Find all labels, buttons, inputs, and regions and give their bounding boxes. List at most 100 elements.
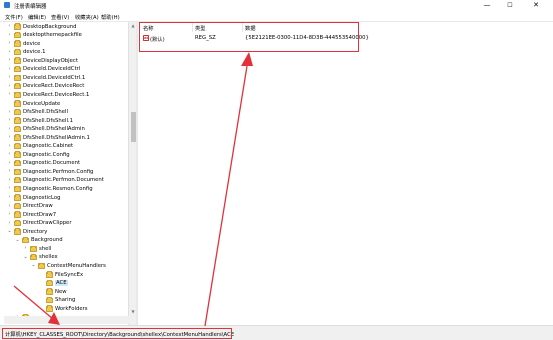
minimize-button[interactable]: — bbox=[476, 0, 498, 11]
tree-item[interactable]: ⌄ Directory bbox=[4, 228, 128, 237]
expand-chevron-icon[interactable]: › bbox=[7, 118, 12, 123]
tree-horizontal-scrollbar[interactable] bbox=[4, 316, 136, 324]
expand-chevron-icon[interactable]: › bbox=[7, 144, 12, 149]
expand-chevron-icon[interactable]: › bbox=[7, 92, 12, 97]
folder-icon bbox=[14, 74, 21, 81]
expand-chevron-icon[interactable]: › bbox=[7, 33, 12, 38]
menu-edit[interactable]: 编辑(E) bbox=[28, 13, 46, 21]
folder-icon bbox=[14, 108, 21, 116]
tree-item-label: desktopthemepackfile bbox=[23, 32, 82, 39]
tree-item[interactable]: › DfsShell.DfsShellAdmin bbox=[4, 125, 128, 135]
tree-item[interactable]: › device bbox=[4, 40, 128, 49]
expand-chevron-icon[interactable]: › bbox=[7, 110, 12, 115]
tree-vertical-scrollbar[interactable]: ▲ ▼ bbox=[128, 22, 136, 325]
expand-chevron-icon[interactable]: › bbox=[7, 75, 12, 80]
tree-item[interactable]: New bbox=[4, 288, 128, 297]
tree-item[interactable]: › DirectDraw7 bbox=[4, 211, 128, 220]
tree-item[interactable]: › DeviceRect.DeviceRect bbox=[4, 83, 128, 92]
tree-item-label: DeviceId.DeviceIdCtrl.1 bbox=[23, 74, 86, 81]
tree-item[interactable]: › Diagnostic.Cabinet bbox=[4, 142, 128, 152]
expand-chevron-icon[interactable]: › bbox=[7, 186, 12, 191]
tree-item-label: ACE bbox=[55, 280, 68, 287]
expand-chevron-icon[interactable]: › bbox=[7, 178, 12, 183]
tree-item[interactable]: › DeviceId.DeviceIdCtrl.1 bbox=[4, 74, 128, 83]
tree-item[interactable]: › DeviceId.DeviceIdCtrl bbox=[4, 66, 128, 75]
title-bar: 注册表编辑器 — ☐ ✕ bbox=[0, 0, 553, 11]
folder-icon bbox=[46, 296, 53, 304]
tree-item[interactable]: › DfsShell.DfsShellAdmin.1 bbox=[4, 134, 128, 143]
tree-item[interactable]: › DiagnosticLog bbox=[4, 194, 128, 203]
tree-item-label: Diagnostic.Document bbox=[23, 160, 81, 167]
scroll-thumb[interactable] bbox=[130, 112, 136, 142]
expand-chevron-icon[interactable]: › bbox=[7, 161, 12, 166]
collapse-chevron-icon[interactable]: ⌄ bbox=[15, 238, 20, 243]
tree-item[interactable]: WorkFolders bbox=[4, 305, 128, 314]
tree-item[interactable]: › DirectDrawClipper bbox=[4, 219, 128, 229]
expand-chevron-icon[interactable]: › bbox=[7, 221, 12, 226]
tree-item-label: Diagnostic.Config bbox=[23, 151, 70, 158]
tree-item[interactable]: › Diagnostic.Perfmon.Document bbox=[4, 177, 128, 186]
tree-item[interactable]: FileSyncEx bbox=[4, 271, 128, 280]
folder-icon bbox=[30, 254, 37, 261]
menu-help[interactable]: 帮助(H) bbox=[101, 13, 120, 21]
folder-icon bbox=[14, 202, 21, 210]
tree-item[interactable]: › Diagnostic.Resmon.Config bbox=[4, 185, 128, 194]
tree-item[interactable]: Sharing bbox=[4, 296, 128, 306]
folder-icon bbox=[46, 288, 53, 295]
tree-item[interactable]: › desktopthemepackfile bbox=[4, 31, 128, 41]
expand-chevron-icon[interactable]: › bbox=[7, 58, 12, 63]
folder-icon bbox=[14, 48, 21, 56]
maximize-button[interactable]: ☐ bbox=[499, 0, 521, 11]
expand-chevron-icon[interactable]: › bbox=[7, 195, 12, 200]
expand-chevron-icon[interactable]: › bbox=[7, 169, 12, 174]
expand-chevron-icon[interactable]: › bbox=[23, 246, 28, 251]
close-button[interactable]: ✕ bbox=[525, 0, 547, 11]
tree-item[interactable]: ⌄ shellex bbox=[4, 254, 128, 263]
regedit-icon bbox=[4, 2, 10, 8]
values-pane[interactable]: 名称 类型 数据 ab (默认) REG_SZ {5E2121EE-0300-1… bbox=[139, 22, 549, 325]
tree-item-label: WorkFolders bbox=[55, 305, 88, 312]
tree-item[interactable]: › Diagnostic.Perfmon.Config bbox=[4, 168, 128, 177]
menu-view[interactable]: 查看(V) bbox=[51, 13, 69, 21]
expand-chevron-icon[interactable]: › bbox=[7, 50, 12, 55]
tree-item-label: ContextMenuHandlers bbox=[47, 262, 106, 269]
tree-item-label: DirectDrawClipper bbox=[23, 220, 72, 227]
tree-item[interactable]: › DfsShell.DfsShell.1 bbox=[4, 117, 128, 126]
tree-item[interactable]: ⌄ Background bbox=[4, 237, 128, 246]
tree-item-label: shellex bbox=[39, 254, 58, 261]
expand-chevron-icon[interactable]: › bbox=[7, 24, 12, 29]
collapse-chevron-icon[interactable]: ⌄ bbox=[23, 255, 28, 260]
pane-splitter[interactable] bbox=[136, 22, 138, 325]
expand-chevron-icon[interactable]: › bbox=[7, 212, 12, 217]
expand-chevron-icon[interactable]: › bbox=[7, 135, 12, 140]
tree-item[interactable]: › DesktopBackground bbox=[4, 23, 128, 32]
tree-item[interactable]: › Diagnostic.Config bbox=[4, 151, 128, 160]
tree-item-label: DeviceRect.DeviceRect.1 bbox=[23, 91, 90, 98]
expand-chevron-icon[interactable]: › bbox=[7, 67, 12, 72]
collapse-chevron-icon[interactable]: ⌄ bbox=[7, 229, 12, 234]
key-tree[interactable]: › DesktopBackground › desktopthemepackfile ›… bbox=[4, 22, 128, 325]
tree-item-label: Diagnostic.Perfmon.Config bbox=[23, 168, 94, 175]
folder-icon bbox=[14, 31, 21, 39]
tree-item[interactable]: › shell bbox=[4, 245, 128, 254]
expand-chevron-icon[interactable]: › bbox=[7, 152, 12, 157]
menu-file[interactable]: 文件(F) bbox=[5, 13, 23, 21]
tree-item[interactable]: › DeviceDisplayObject bbox=[4, 57, 128, 66]
expand-chevron-icon[interactable]: › bbox=[7, 204, 12, 209]
tree-item[interactable]: › DfsShell.DfsShell bbox=[4, 108, 128, 118]
folder-icon bbox=[14, 83, 21, 90]
tree-item-label: shell bbox=[39, 245, 52, 252]
tree-item[interactable]: › device.1 bbox=[4, 48, 128, 58]
tree-item[interactable]: › DeviceRect.DeviceRect.1 bbox=[4, 91, 128, 100]
menu-favorites[interactable]: 收藏夹(A) bbox=[75, 13, 99, 21]
folder-icon bbox=[14, 66, 21, 73]
collapse-chevron-icon[interactable]: ⌄ bbox=[31, 263, 36, 268]
expand-chevron-icon[interactable]: › bbox=[7, 84, 12, 89]
tree-item[interactable]: DeviceUpdate bbox=[4, 100, 128, 109]
expand-chevron-icon[interactable]: › bbox=[7, 127, 12, 132]
tree-item[interactable]: › Diagnostic.Document bbox=[4, 160, 128, 169]
tree-item-selected[interactable]: ACE bbox=[4, 279, 128, 289]
expand-chevron-icon[interactable]: › bbox=[7, 41, 12, 46]
tree-item[interactable]: ⌄ ContextMenuHandlers bbox=[4, 262, 128, 271]
tree-item[interactable]: › DirectDraw bbox=[4, 202, 128, 212]
